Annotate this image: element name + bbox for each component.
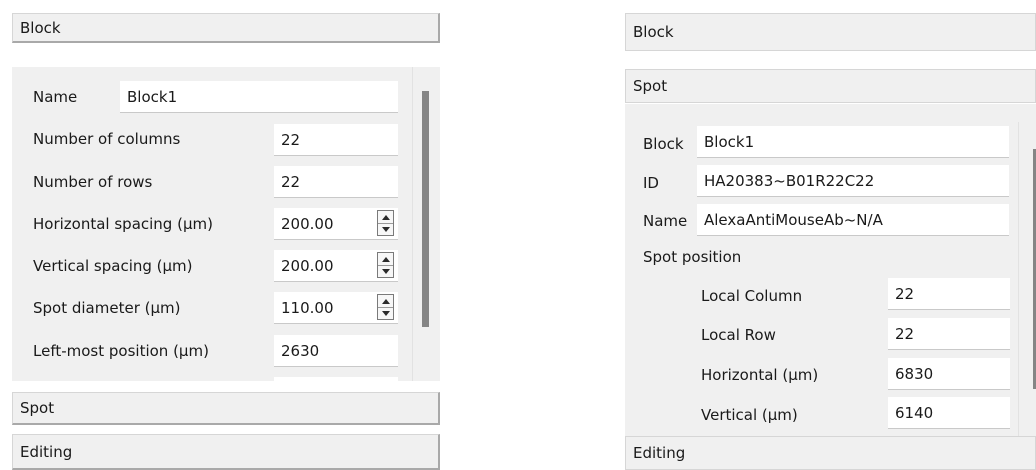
horizontal-position-input[interactable]: 6830	[888, 358, 1010, 390]
spot-section-header-label: Spot	[633, 77, 668, 95]
spot-diameter-spinner[interactable]	[377, 294, 394, 320]
spot-id-label: ID	[643, 174, 659, 192]
spin-down-arrow-icon[interactable]	[378, 265, 393, 277]
vertical-position-input[interactable]: 6140	[888, 397, 1010, 429]
left-most-position-input[interactable]: 2630	[274, 335, 398, 367]
spot-diameter-label: Spot diameter (µm)	[33, 299, 181, 317]
spot-name-label: Name	[643, 212, 688, 230]
number-of-columns-input[interactable]: 22	[274, 124, 398, 156]
spot-id-input[interactable]: HA20383~B01R22C22	[697, 165, 1009, 197]
spot-block-input[interactable]: Block1	[697, 126, 1009, 158]
horizontal-position-label: Horizontal (µm)	[701, 366, 819, 384]
horizontal-spacing-spinner[interactable]	[377, 210, 394, 236]
editing-section-header[interactable]: Editing	[12, 434, 440, 470]
spot-block-label: Block	[643, 135, 684, 153]
block-properties-panel: Block Name Block1 Number of columns 22 N…	[12, 13, 440, 470]
number-of-rows-label: Number of rows	[33, 173, 153, 191]
spot-section-header[interactable]: Spot	[625, 69, 1036, 103]
editing-section-header-label: Editing	[20, 442, 73, 461]
editing-section-header-label: Editing	[633, 444, 686, 462]
number-of-rows-input[interactable]: 22	[274, 166, 398, 198]
vertical-position-label: Vertical (µm)	[701, 406, 798, 424]
next-field-partial	[274, 377, 398, 381]
spot-section-header-label: Spot	[20, 399, 55, 417]
spot-position-label: Spot position	[643, 248, 742, 266]
spot-section-scrollbar[interactable]	[1018, 122, 1036, 436]
block-section-header[interactable]: Block	[625, 13, 1036, 51]
block-section-header-label: Block	[20, 18, 61, 37]
block-name-input[interactable]: Block1	[120, 81, 398, 113]
block-section-scrollbar[interactable]	[412, 67, 429, 381]
local-row-input[interactable]: 22	[888, 318, 1010, 350]
spot-section-content: Block Block1 ID HA20383~B01R22C22 Name A…	[625, 104, 1036, 436]
block-section-header[interactable]: Block	[12, 13, 440, 43]
vertical-spacing-spinner[interactable]	[377, 252, 394, 278]
block-section-header-label: Block	[633, 23, 674, 41]
name-label: Name	[33, 88, 78, 106]
number-of-columns-label: Number of columns	[33, 130, 181, 148]
vertical-spacing-label: Vertical spacing (µm)	[33, 257, 193, 275]
scrollbar-thumb[interactable]	[422, 91, 429, 327]
horizontal-spacing-label: Horizontal spacing (µm)	[33, 215, 213, 233]
local-column-input[interactable]: 22	[888, 278, 1010, 310]
spin-down-arrow-icon[interactable]	[378, 223, 393, 235]
local-column-label: Local Column	[701, 287, 803, 305]
spot-section-header[interactable]: Spot	[12, 392, 440, 425]
block-section-content: Name Block1 Number of columns 22 Number …	[12, 67, 440, 381]
local-row-label: Local Row	[701, 326, 776, 344]
spin-down-arrow-icon[interactable]	[378, 307, 393, 319]
spot-properties-panel: Block Spot Block Block1 ID HA20383~B01R2…	[625, 13, 1036, 470]
left-most-position-label: Left-most position (µm)	[33, 342, 209, 360]
editing-section-header[interactable]: Editing	[625, 436, 1036, 470]
spot-name-input[interactable]: AlexaAntiMouseAb~N/A	[697, 204, 1009, 236]
